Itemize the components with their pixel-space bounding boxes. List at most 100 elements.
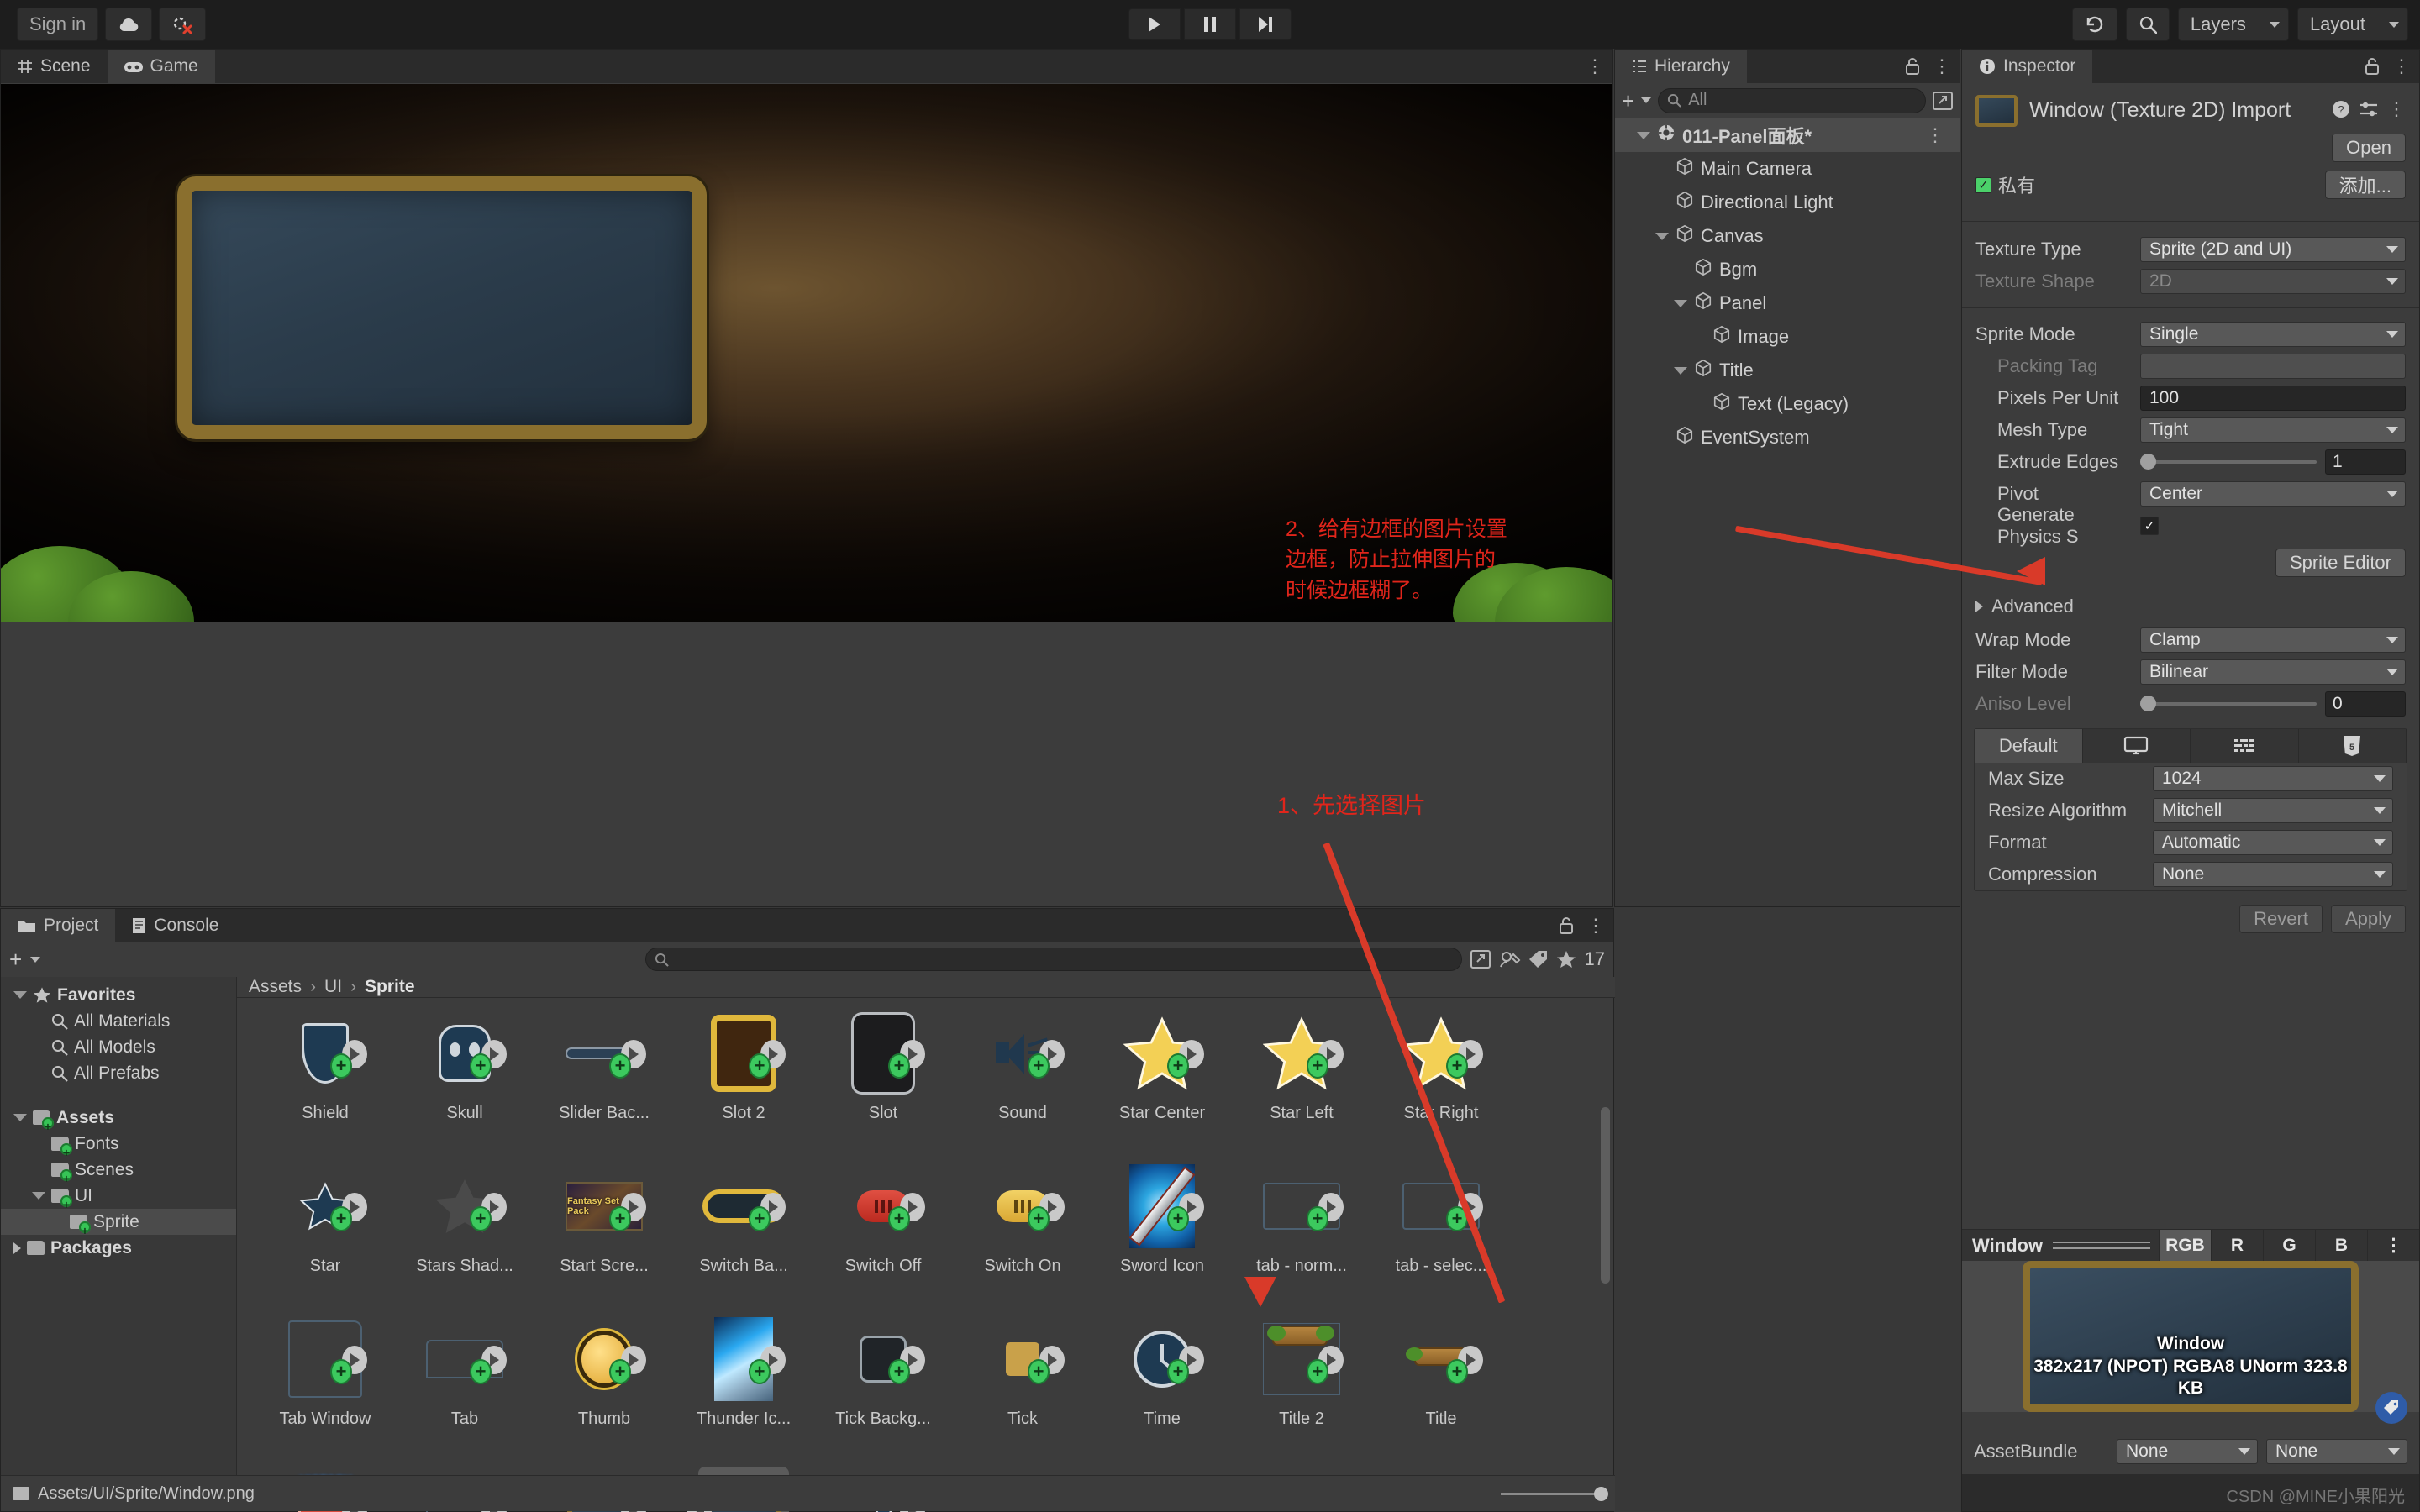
prop-0-dropdown[interactable]: Sprite (2D and UI) xyxy=(2140,237,2406,262)
asset-add-badge[interactable]: + xyxy=(1028,1206,1050,1231)
asset-add-badge[interactable]: + xyxy=(749,1206,771,1231)
asset-item[interactable]: + tab - selec... xyxy=(1371,1161,1511,1314)
breadcrumb-item[interactable]: Sprite xyxy=(365,977,415,997)
adv-2-slider-group[interactable]: 0 xyxy=(2140,691,2406,717)
open-button[interactable]: Open xyxy=(2332,134,2406,162)
asset-item[interactable]: + Title 2 xyxy=(1232,1314,1371,1467)
hierarchy-item[interactable]: Main Camera xyxy=(1615,152,1960,186)
lock-icon[interactable] xyxy=(1906,58,1919,75)
asset-grid-scrollbar[interactable] xyxy=(1601,1107,1610,1284)
asset-item[interactable]: + Tab Window xyxy=(255,1314,395,1467)
chevron-down-icon[interactable] xyxy=(1641,97,1652,103)
asset-item[interactable]: + Tick xyxy=(953,1314,1092,1467)
play-button[interactable] xyxy=(1128,8,1181,40)
project-tree-item[interactable]: UI xyxy=(1,1183,236,1210)
asset-add-badge[interactable]: + xyxy=(888,1359,910,1384)
project-tree-item[interactable]: Fonts xyxy=(1,1131,236,1158)
prop-6-slider-track[interactable] xyxy=(2140,454,2317,470)
lock-icon[interactable] xyxy=(2365,58,2379,75)
asset-item[interactable]: + Time xyxy=(1092,1314,1232,1467)
asset-item[interactable]: + Star xyxy=(255,1161,395,1314)
thumbnail-size-knob[interactable] xyxy=(1594,1486,1608,1501)
channel-b-button[interactable]: B xyxy=(2315,1229,2367,1262)
asset-add-badge[interactable]: + xyxy=(470,1359,492,1384)
asset-add-badge[interactable]: + xyxy=(1167,1053,1189,1079)
asset-add-badge[interactable]: + xyxy=(1446,1359,1468,1384)
scene-kebab-icon[interactable]: ⋮ xyxy=(1926,126,1944,144)
asset-add-badge[interactable]: + xyxy=(1446,1053,1468,1079)
step-button[interactable] xyxy=(1239,8,1292,40)
adv-2-slider-track[interactable] xyxy=(2140,696,2317,711)
asset-item[interactable]: + Slider Bac... xyxy=(534,1008,674,1161)
project-tree-item[interactable]: Scenes xyxy=(1,1157,236,1184)
asset-item[interactable]: + Switch Ba... xyxy=(674,1161,813,1314)
asset-add-badge[interactable]: + xyxy=(1028,1053,1050,1079)
adv-2-number[interactable]: 0 xyxy=(2325,691,2406,717)
tab-console[interactable]: Console xyxy=(115,909,236,942)
asset-item[interactable]: + Thumb xyxy=(534,1314,674,1467)
chevron-down-icon[interactable] xyxy=(32,1192,45,1200)
prop-1-dropdown[interactable]: 2D xyxy=(2140,269,2406,294)
asset-item[interactable]: + Slot xyxy=(813,1008,953,1161)
asset-item[interactable]: Fantasy Set Pack + Start Scre... xyxy=(534,1161,674,1314)
asset-add-badge[interactable]: + xyxy=(888,1206,910,1231)
services-off-icon[interactable] xyxy=(159,8,207,41)
asset-add-badge[interactable]: + xyxy=(330,1359,352,1384)
hierarchy-open-window-icon[interactable] xyxy=(1933,91,1953,110)
assetbundle-dropdown[interactable]: None xyxy=(2117,1439,2258,1464)
asset-item[interactable]: + Slot 2 xyxy=(674,1008,813,1161)
chevron-down-icon[interactable] xyxy=(1655,232,1669,240)
hierarchy-search-input[interactable]: All xyxy=(1658,87,1926,113)
project-add-button[interactable]: + xyxy=(9,948,22,970)
lock-icon[interactable] xyxy=(1560,917,1573,934)
tag-icon[interactable] xyxy=(2375,1392,2407,1424)
channel-r-button[interactable]: R xyxy=(2211,1229,2263,1262)
asset-add-badge[interactable]: + xyxy=(1307,1359,1328,1384)
sign-in-button[interactable]: Sign in xyxy=(17,8,99,41)
add-component-button[interactable]: 添加... xyxy=(2324,171,2406,199)
asset-add-badge[interactable]: + xyxy=(470,1206,492,1231)
sprite-editor-button[interactable]: Sprite Editor xyxy=(2275,549,2406,577)
hierarchy-item[interactable]: EventSystem xyxy=(1615,421,1960,454)
game-kebab-icon[interactable]: ⋮ xyxy=(1586,57,1604,76)
asset-add-badge[interactable]: + xyxy=(1167,1206,1189,1231)
tab-game[interactable]: Game xyxy=(107,50,215,83)
undo-history-icon[interactable] xyxy=(2071,8,2118,41)
asset-item[interactable]: + Star Left xyxy=(1232,1008,1371,1161)
breadcrumb-item[interactable]: Assets xyxy=(249,977,302,997)
hierarchy-item[interactable]: Text (Legacy) xyxy=(1615,387,1960,421)
platform-tab-standalone[interactable] xyxy=(2082,729,2191,763)
plat-2-dropdown[interactable]: Automatic xyxy=(2153,830,2393,855)
revert-button[interactable]: Revert xyxy=(2239,905,2323,933)
inspector-asset-kebab-icon[interactable]: ⋮ xyxy=(2387,100,2406,118)
asset-item[interactable]: + Sword Icon xyxy=(1092,1161,1232,1314)
tab-inspector[interactable]: Inspector xyxy=(1962,50,2093,83)
asset-add-badge[interactable]: + xyxy=(609,1359,631,1384)
asset-add-badge[interactable]: + xyxy=(1028,1359,1050,1384)
adv-1-dropdown[interactable]: Bilinear xyxy=(2140,659,2406,685)
prop-6-slider-knob[interactable] xyxy=(2140,454,2156,470)
project-kebab-icon[interactable]: ⋮ xyxy=(1586,916,1605,935)
cloud-icon[interactable] xyxy=(105,8,153,41)
chevron-down-icon[interactable] xyxy=(1674,299,1687,307)
asset-item[interactable]: + Stars Shad... xyxy=(395,1161,534,1314)
prop-4-input[interactable]: 100 xyxy=(2140,386,2406,411)
preset-icon[interactable] xyxy=(2359,100,2379,118)
asset-item[interactable]: + Skull xyxy=(395,1008,534,1161)
hierarchy-kebab-icon[interactable]: ⋮ xyxy=(1933,57,1951,76)
hierarchy-item[interactable]: Panel xyxy=(1615,286,1960,320)
asset-add-badge[interactable]: + xyxy=(1167,1359,1189,1384)
layout-dropdown[interactable]: Layout xyxy=(2296,8,2408,41)
hierarchy-item[interactable]: Canvas xyxy=(1615,219,1960,253)
search-icon[interactable] xyxy=(2125,8,2170,41)
tab-project[interactable]: Project xyxy=(1,909,116,942)
adv-0-dropdown[interactable]: Clamp xyxy=(2140,627,2406,653)
platform-tab-default[interactable]: Default xyxy=(1975,729,2083,763)
project-search-input[interactable] xyxy=(645,948,1462,971)
asset-add-badge[interactable]: + xyxy=(1307,1053,1328,1079)
hierarchy-item[interactable]: 011-Panel面板* ⋮ xyxy=(1615,118,1960,152)
asset-add-badge[interactable]: + xyxy=(330,1206,352,1231)
asset-item[interactable]: + Tick Backg... xyxy=(813,1314,953,1467)
chevron-down-icon[interactable] xyxy=(30,956,41,963)
project-tree-item[interactable]: All Models xyxy=(1,1034,236,1060)
